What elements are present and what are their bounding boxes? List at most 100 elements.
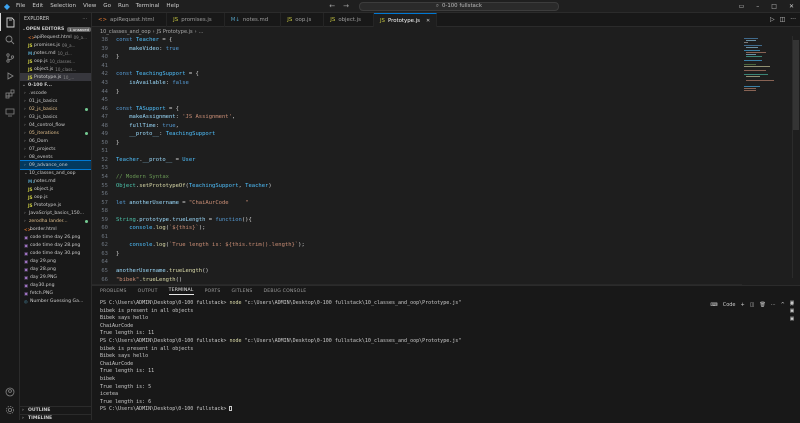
maximize-panel-icon[interactable]: ^: [781, 302, 785, 308]
tab-oop-js[interactable]: JS oop.js: [281, 13, 325, 27]
code-line[interactable]: 63}: [92, 250, 742, 259]
code-line[interactable]: 45: [92, 96, 742, 105]
file-item[interactable]: JS oop.js: [20, 193, 91, 201]
close-tab-icon[interactable]: ✕: [426, 18, 430, 24]
code-line[interactable]: 49 __proto__: TeachingSupport: [92, 130, 742, 139]
code-line[interactable]: 65 anotherUsername.trueLength(): [92, 267, 742, 276]
file-item[interactable]: ▣ day 29.PNG: [20, 273, 91, 281]
code-line[interactable]: 43 isAvailable: false: [92, 79, 742, 88]
trash-icon[interactable]: 🗑: [759, 302, 765, 308]
code-line[interactable]: 51: [92, 147, 742, 156]
explorer-icon[interactable]: [0, 13, 20, 31]
code-line[interactable]: 41: [92, 62, 742, 71]
panel-tab-gitlens[interactable]: GITLENS: [232, 289, 253, 294]
back-arrow-icon[interactable]: ←: [329, 2, 335, 10]
command-center-search[interactable]: ⌕ 0-100 fullstack: [358, 1, 559, 11]
folder-item[interactable]: › 03_js_basics: [20, 113, 91, 121]
terminal-instance-icon[interactable]: ▣: [787, 316, 797, 324]
code-line[interactable]: 59 String.prototype.trueLength = function…: [92, 215, 742, 224]
code-line[interactable]: 48 fullTime: true,: [92, 121, 742, 130]
code-line[interactable]: 60 console.log(`${this}`);: [92, 224, 742, 233]
file-item[interactable]: JS object.js: [20, 185, 91, 193]
folder-item[interactable]: › JavaScript_basics_150...: [20, 209, 91, 217]
manage-gear-icon[interactable]: [0, 401, 20, 419]
search-icon[interactable]: [0, 31, 20, 49]
folder-item[interactable]: › 07_projects: [20, 145, 91, 153]
breadcrumb-item[interactable]: JS Prototype.js: [157, 29, 193, 35]
more-actions-icon[interactable]: ···: [82, 17, 87, 22]
menu-item-run[interactable]: Run: [118, 3, 129, 9]
code-line[interactable]: 57 let anotherUsername = "ChaiAurCode ": [92, 198, 742, 207]
close-window-icon[interactable]: ✕: [789, 3, 794, 10]
open-editor-item[interactable]: JS Prototype.js 10_...: [20, 73, 91, 81]
outline-section[interactable]: › OUTLINE: [20, 406, 91, 414]
terminal-instance-icon[interactable]: ▣: [787, 300, 797, 308]
panel-tab-output[interactable]: OUTPUT: [138, 289, 158, 294]
file-item[interactable]: <> border.html: [20, 225, 91, 233]
menu-item-file[interactable]: File: [16, 3, 25, 9]
menu-item-view[interactable]: View: [83, 3, 96, 9]
folder-item[interactable]: › 04_control_flow: [20, 121, 91, 129]
more-actions-icon[interactable]: ···: [771, 302, 776, 308]
code-line[interactable]: 39 makeVideo: true: [92, 45, 742, 54]
panel-tab-debug-console[interactable]: DEBUG CONSOLE: [263, 289, 306, 294]
run-file-icon[interactable]: ▷: [770, 16, 775, 23]
terminal-instance-icon[interactable]: ▣: [787, 308, 797, 316]
run-debug-icon[interactable]: [0, 67, 20, 85]
open-editor-item[interactable]: M↓ notes.md 10_cl...: [20, 49, 91, 57]
layout-icon[interactable]: ▭: [739, 3, 745, 10]
tab-prototype-js[interactable]: JS Prototype.js ✕: [373, 13, 438, 27]
folder-item[interactable]: ⌄ 10_classes_and_oop: [20, 169, 91, 177]
accounts-icon[interactable]: [0, 383, 20, 401]
open-editor-item[interactable]: JS oop.js 10_classes...: [20, 57, 91, 65]
file-item[interactable]: ▣ code time day 28.png: [20, 241, 91, 249]
folder-item[interactable]: › 09_advance_one: [20, 160, 91, 170]
folder-item[interactable]: › zerodha lander...: [20, 217, 91, 225]
file-item[interactable]: ▣ day30.png: [20, 281, 91, 289]
menu-item-terminal[interactable]: Terminal: [136, 3, 160, 9]
open-editor-item[interactable]: JS promises.js 09_a...: [20, 41, 91, 49]
folder-item[interactable]: › 01_js_basics: [20, 97, 91, 105]
code-line[interactable]: 46 const TASupport = {: [92, 104, 742, 113]
folder-item[interactable]: › 08_events: [20, 153, 91, 161]
open-editor-item[interactable]: JS object.js 10_class...: [20, 65, 91, 73]
remote-explorer-icon[interactable]: [0, 103, 20, 121]
breadcrumb-item[interactable]: 10_classes_and_oop: [100, 29, 151, 35]
file-item[interactable]: ▣ code time day 26.png: [20, 233, 91, 241]
code-line[interactable]: 42 const TeachingSupport = {: [92, 70, 742, 79]
workspace-root[interactable]: ⌄ 0-100 F...: [20, 81, 91, 89]
extensions-icon[interactable]: [0, 85, 20, 103]
terminal-output[interactable]: PS C:\Users\ADMIN\Desktop\0-100 fullstac…: [100, 300, 700, 414]
file-item[interactable]: ▣ fetch.PNG: [20, 289, 91, 297]
folder-item[interactable]: › 05_iterations: [20, 129, 91, 137]
maximize-icon[interactable]: □: [771, 3, 777, 10]
tab-object-js[interactable]: JS object.js: [324, 13, 374, 27]
menu-item-help[interactable]: Help: [166, 3, 179, 9]
code-line[interactable]: 64: [92, 258, 742, 267]
code-line[interactable]: 44}: [92, 87, 742, 96]
shell-label[interactable]: Code: [723, 302, 736, 308]
breadcrumb-item[interactable]: ...: [199, 29, 204, 35]
menu-item-go[interactable]: Go: [103, 3, 111, 9]
scrollbar-thumb[interactable]: [793, 40, 799, 130]
code-line[interactable]: 66 "bibek".trueLength(): [92, 275, 742, 284]
source-control-icon[interactable]: [0, 49, 20, 67]
new-terminal-icon[interactable]: +: [741, 302, 745, 308]
file-item[interactable]: M↓ notes.md: [20, 177, 91, 185]
menu-item-edit[interactable]: Edit: [32, 3, 43, 9]
code-line[interactable]: 40}: [92, 53, 742, 62]
folder-item[interactable]: › 06_Dom: [20, 137, 91, 145]
code-line[interactable]: 62 console.log(`True length is: ${this.t…: [92, 241, 742, 250]
split-terminal-icon[interactable]: ◫: [750, 302, 755, 308]
code-line[interactable]: 58: [92, 207, 742, 216]
split-editor-icon[interactable]: ◫: [780, 16, 786, 23]
forward-arrow-icon[interactable]: →: [343, 2, 349, 10]
panel-tab-terminal[interactable]: TERMINAL: [168, 288, 194, 295]
more-actions-icon[interactable]: ···: [790, 16, 796, 23]
open-editors-section[interactable]: ⌄ OPEN EDITORS 1 unsaved: [20, 25, 91, 33]
open-editor-item[interactable]: <> apiRequest.html 09_a...: [20, 33, 91, 41]
code-line[interactable]: 56: [92, 190, 742, 199]
menu-item-selection[interactable]: Selection: [50, 3, 76, 9]
code-line[interactable]: 47 makeAssignment: 'JS Assignment',: [92, 113, 742, 122]
tab-apirequest-html[interactable]: <> apiRequest.html: [92, 13, 168, 27]
